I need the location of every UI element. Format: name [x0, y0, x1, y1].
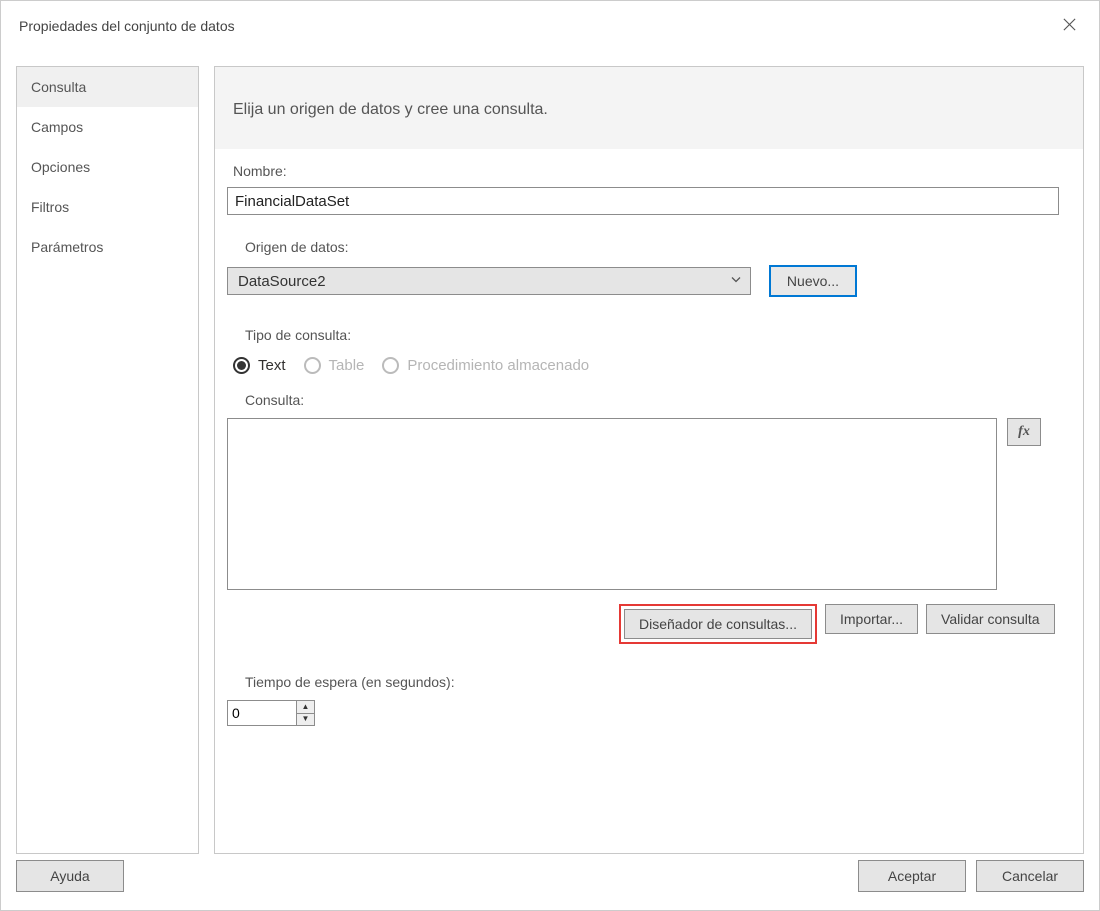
radio-table: Table: [304, 357, 365, 374]
timeout-spinner[interactable]: ▲ ▼: [227, 700, 315, 726]
chevron-down-icon: [730, 273, 742, 290]
datasource-label: Origen de datos:: [245, 239, 1061, 255]
radio-sproc-label: Procedimiento almacenado: [407, 357, 589, 374]
sidebar-item-parametros[interactable]: Parámetros: [17, 227, 198, 267]
timeout-input[interactable]: [228, 701, 296, 725]
name-input[interactable]: [227, 187, 1059, 215]
window-title: Propiedades del conjunto de datos: [19, 18, 235, 34]
highlight-annotation: Diseñador de consultas...: [619, 604, 817, 644]
radio-text[interactable]: Text: [233, 357, 286, 374]
name-label: Nombre:: [233, 163, 1061, 179]
import-button[interactable]: Importar...: [825, 604, 918, 634]
validate-query-button[interactable]: Validar consulta: [926, 604, 1055, 634]
close-button[interactable]: [1049, 9, 1089, 43]
close-icon: [1062, 17, 1077, 35]
cancel-button[interactable]: Cancelar: [976, 860, 1084, 892]
spinner-arrows: ▲ ▼: [296, 701, 314, 725]
sidebar: Consulta Campos Opciones Filtros Parámet…: [16, 66, 199, 854]
radio-sproc: Procedimiento almacenado: [382, 357, 589, 374]
sidebar-item-opciones[interactable]: Opciones: [17, 147, 198, 187]
instruction-text: Elija un origen de datos y cree una cons…: [215, 67, 1083, 149]
radio-table-label: Table: [329, 357, 365, 374]
new-datasource-button[interactable]: Nuevo...: [769, 265, 857, 297]
dataset-properties-dialog: Propiedades del conjunto de datos Consul…: [0, 0, 1100, 911]
sidebar-item-campos[interactable]: Campos: [17, 107, 198, 147]
titlebar: Propiedades del conjunto de datos: [1, 1, 1099, 51]
datasource-combobox[interactable]: DataSource2: [227, 267, 751, 295]
query-label: Consulta:: [245, 392, 1061, 408]
fx-icon: fx: [1018, 424, 1030, 440]
sidebar-item-filtros[interactable]: Filtros: [17, 187, 198, 227]
timeout-label: Tiempo de espera (en segundos):: [245, 674, 1061, 690]
spinner-up-button[interactable]: ▲: [297, 701, 314, 714]
help-button[interactable]: Ayuda: [16, 860, 124, 892]
radio-unselected-icon: [382, 357, 399, 374]
dialog-footer: Ayuda Aceptar Cancelar: [1, 860, 1099, 910]
main-panel: Elija un origen de datos y cree una cons…: [214, 66, 1084, 854]
radio-selected-icon: [233, 357, 250, 374]
querytype-label: Tipo de consulta:: [245, 327, 1061, 343]
radio-text-label: Text: [258, 357, 286, 374]
radio-unselected-icon: [304, 357, 321, 374]
query-textarea[interactable]: [227, 418, 997, 590]
spinner-down-button[interactable]: ▼: [297, 714, 314, 726]
ok-button[interactable]: Aceptar: [858, 860, 966, 892]
query-designer-button[interactable]: Diseñador de consultas...: [624, 609, 812, 639]
expression-fx-button[interactable]: fx: [1007, 418, 1041, 446]
datasource-value: DataSource2: [238, 273, 326, 290]
sidebar-item-consulta[interactable]: Consulta: [17, 67, 198, 107]
